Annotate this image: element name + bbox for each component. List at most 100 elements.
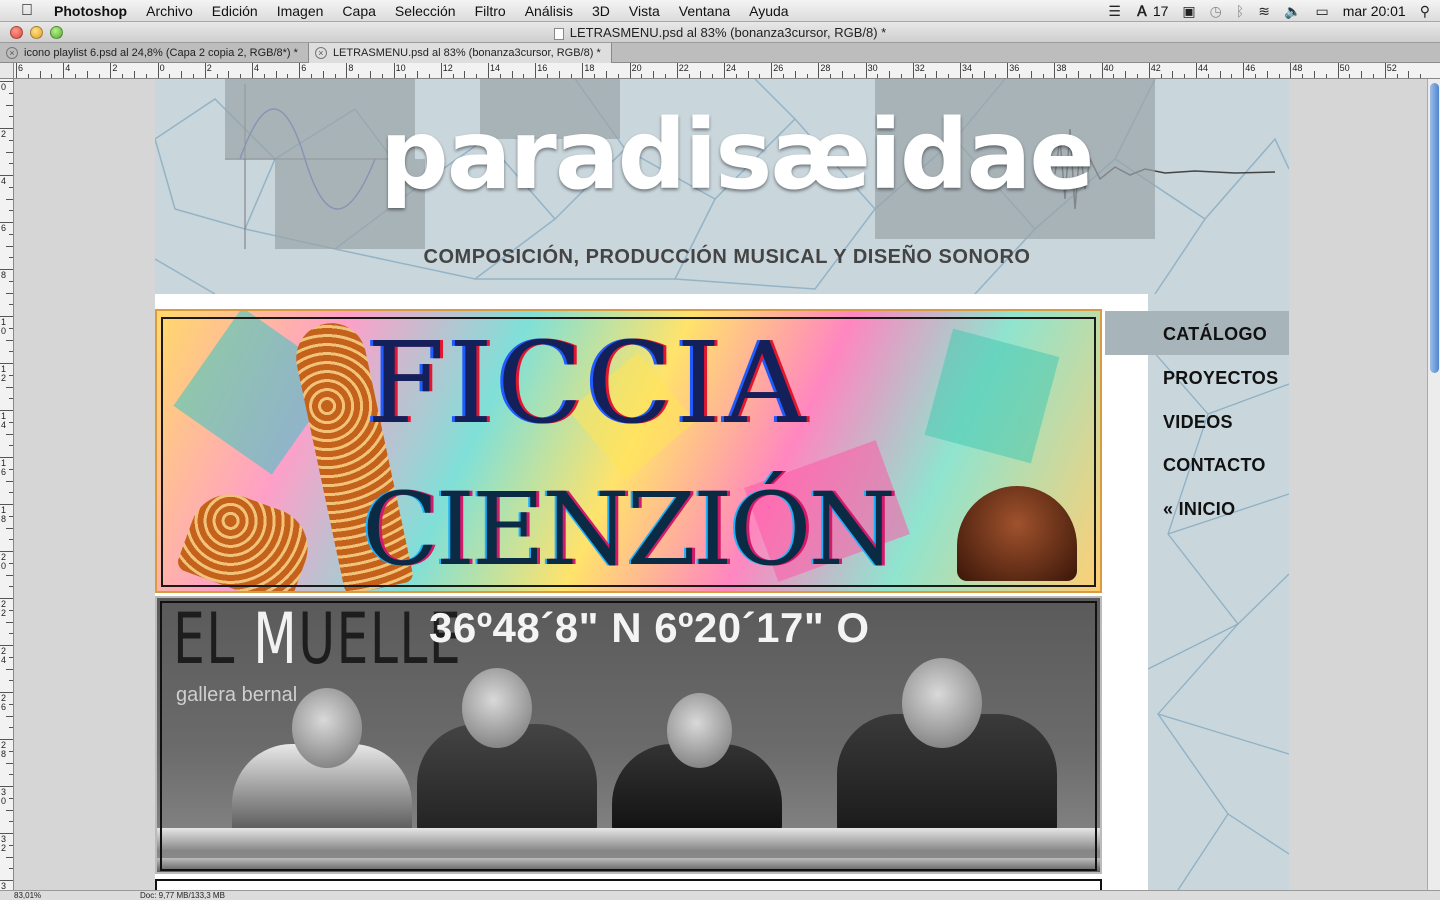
menu-imagen[interactable]: Imagen <box>277 3 324 19</box>
ruler-tick <box>1101 63 1103 78</box>
ruler-minor-tick <box>86 71 88 78</box>
nav-contacto[interactable]: CONTACTO <box>1163 455 1266 476</box>
nav-proyectos[interactable]: PROYECTOS <box>1163 368 1278 389</box>
zoom-level-field[interactable]: 83,01% <box>14 891 41 900</box>
ruler-minor-tick <box>853 74 855 78</box>
ruler-label: 18 <box>584 63 595 73</box>
ruler-label: 30 <box>1 787 7 806</box>
ruler-label: 14 <box>490 63 501 73</box>
ruler-minor-tick <box>9 680 13 682</box>
menu-seleccion[interactable]: Selección <box>395 3 456 19</box>
ruler-minor-tick <box>547 74 548 78</box>
ruler-label: 4 <box>254 63 260 73</box>
adobe-count: 17 <box>1152 3 1169 19</box>
adobe-updates-indicator[interactable]: Ａ 17 <box>1135 1 1168 21</box>
nav-videos[interactable]: VIDEOS <box>1163 412 1233 433</box>
ruler-minor-tick <box>688 74 690 78</box>
horizontal-ruler[interactable]: 6 4 2 0 2 4 6 8 10 12 14 16 18 20 22 24 26 28 30 32 34 36 38 40… <box>14 63 1440 79</box>
ruler-minor-tick <box>9 586 13 588</box>
menu-3d[interactable]: 3D <box>592 3 610 19</box>
ruler-minor-tick <box>1266 71 1268 78</box>
ruler-minor-tick <box>9 656 13 658</box>
ruler-minor-tick <box>1361 71 1363 78</box>
ruler-tick <box>1337 63 1339 78</box>
apple-menu-icon[interactable]:  <box>16 2 38 20</box>
ruler-label: 24 <box>1 646 7 665</box>
ruler-tick <box>676 63 678 78</box>
menu-capa[interactable]: Capa <box>342 3 375 19</box>
menu-app-name[interactable]: Photoshop <box>54 3 127 19</box>
canvas-area[interactable]: paradisæidae COMPOSICIÓN, PRODUCCIÓN MUS… <box>14 79 1427 890</box>
ruler-minor-tick <box>641 74 643 78</box>
spotlight-search-icon[interactable]: ⚲ <box>1420 3 1430 20</box>
ruler-label: 32 <box>1 834 7 853</box>
ruler-minor-tick <box>429 74 430 78</box>
ruler-label: 8 <box>348 63 354 73</box>
ruler-label: 34 <box>962 63 973 73</box>
scrollbar-thumb[interactable] <box>1430 83 1439 373</box>
ruler-tick <box>346 63 348 78</box>
bluetooth-icon[interactable]: ᛒ <box>1236 3 1244 19</box>
ruler-minor-tick <box>6 668 13 670</box>
ruler-label: 52 <box>1386 63 1397 73</box>
tab-icono-playlist[interactable]: × icono playlist 6.psd al 24,8% (Capa 2 … <box>0 43 309 63</box>
ruler-minor-tick <box>6 104 13 106</box>
menu-archivo[interactable]: Archivo <box>146 3 193 19</box>
close-tab-icon[interactable]: × <box>6 47 18 59</box>
menu-bar:  Photoshop Archivo Edición Imagen Capa … <box>0 0 1440 22</box>
time-machine-icon[interactable]: ◷ <box>1210 3 1222 20</box>
menu-filtro[interactable]: Filtro <box>475 3 506 19</box>
vertical-ruler[interactable]: 0 2 4 6 8 10 12 14 16 18 20 22 24 26 28 30 32 3 <box>0 79 14 890</box>
display-icon[interactable]: ▣ <box>1182 3 1195 20</box>
menu-extras-icon[interactable]: ☰ <box>1108 3 1121 20</box>
ruler-tick <box>912 63 914 78</box>
nav-inicio[interactable]: « INICIO <box>1163 499 1235 520</box>
ruler-minor-tick <box>594 74 596 78</box>
ruler-minor-tick <box>842 71 843 78</box>
menu-vista[interactable]: Vista <box>629 3 660 19</box>
ruler-minor-tick <box>6 574 13 576</box>
ruler-minor-tick <box>735 74 737 78</box>
vertical-scrollbar[interactable] <box>1427 79 1440 890</box>
nav-catalogo[interactable]: CATÁLOGO <box>1163 324 1267 345</box>
tab-label: icono playlist 6.psd al 24,8% (Capa 2 co… <box>24 47 298 59</box>
battery-icon[interactable]: ▭ <box>1315 3 1328 20</box>
ruler-minor-tick <box>322 71 324 78</box>
document-icon <box>553 27 564 40</box>
ruler-minor-tick <box>511 71 513 78</box>
menu-edicion[interactable]: Edición <box>212 3 258 19</box>
ruler-minor-tick <box>830 74 832 78</box>
ruler-minor-tick <box>665 74 666 78</box>
ruler-minor-tick <box>6 621 13 623</box>
clock[interactable]: mar 20:01 <box>1343 3 1406 19</box>
document-size-info[interactable]: Doc: 9,77 MB/133,3 MB <box>140 891 225 900</box>
ruler-minor-tick <box>6 527 13 529</box>
wifi-icon[interactable]: ≋ <box>1258 3 1270 20</box>
ruler-minor-tick <box>747 71 749 78</box>
volume-icon[interactable]: 🔈 <box>1284 3 1301 20</box>
ruler-label: 8 <box>1 270 7 280</box>
ruler-minor-tick <box>9 703 13 705</box>
banner-ficcia-cienzion[interactable]: FICCIA CIENZIÓN <box>155 309 1102 593</box>
ruler-minor-tick <box>9 821 13 823</box>
site-logo[interactable]: paradisæidae <box>380 99 1094 211</box>
ruler-origin[interactable] <box>0 63 14 79</box>
tab-label: LETRASMENU.psd al 83% (bonanza3cursor, R… <box>332 47 601 59</box>
zoom-window-button[interactable] <box>50 26 63 39</box>
document-page[interactable]: paradisæidae COMPOSICIÓN, PRODUCCIÓN MUS… <box>155 79 1289 890</box>
ruler-minor-tick <box>1078 71 1079 78</box>
menu-ayuda[interactable]: Ayuda <box>749 3 788 19</box>
ruler-minor-tick <box>181 71 183 78</box>
ruler-minor-tick <box>1172 71 1174 78</box>
close-tab-icon[interactable]: × <box>314 47 327 59</box>
tab-letrasmenu[interactable]: × LETRASMENU.psd al 83% (bonanza3cursor,… <box>308 43 612 63</box>
menu-analisis[interactable]: Análisis <box>525 3 573 19</box>
ruler-minor-tick <box>9 468 13 470</box>
banner-el-muelle[interactable]: EL MUELLE gallera bernal 36º48´8" N 6º20… <box>155 596 1102 874</box>
adobe-icon: Ａ <box>1134 3 1149 19</box>
close-window-button[interactable] <box>10 26 23 39</box>
minimize-window-button[interactable] <box>30 26 43 39</box>
ruler-minor-tick <box>9 797 13 799</box>
ruler-minor-tick <box>700 71 702 78</box>
menu-ventana[interactable]: Ventana <box>679 3 730 19</box>
